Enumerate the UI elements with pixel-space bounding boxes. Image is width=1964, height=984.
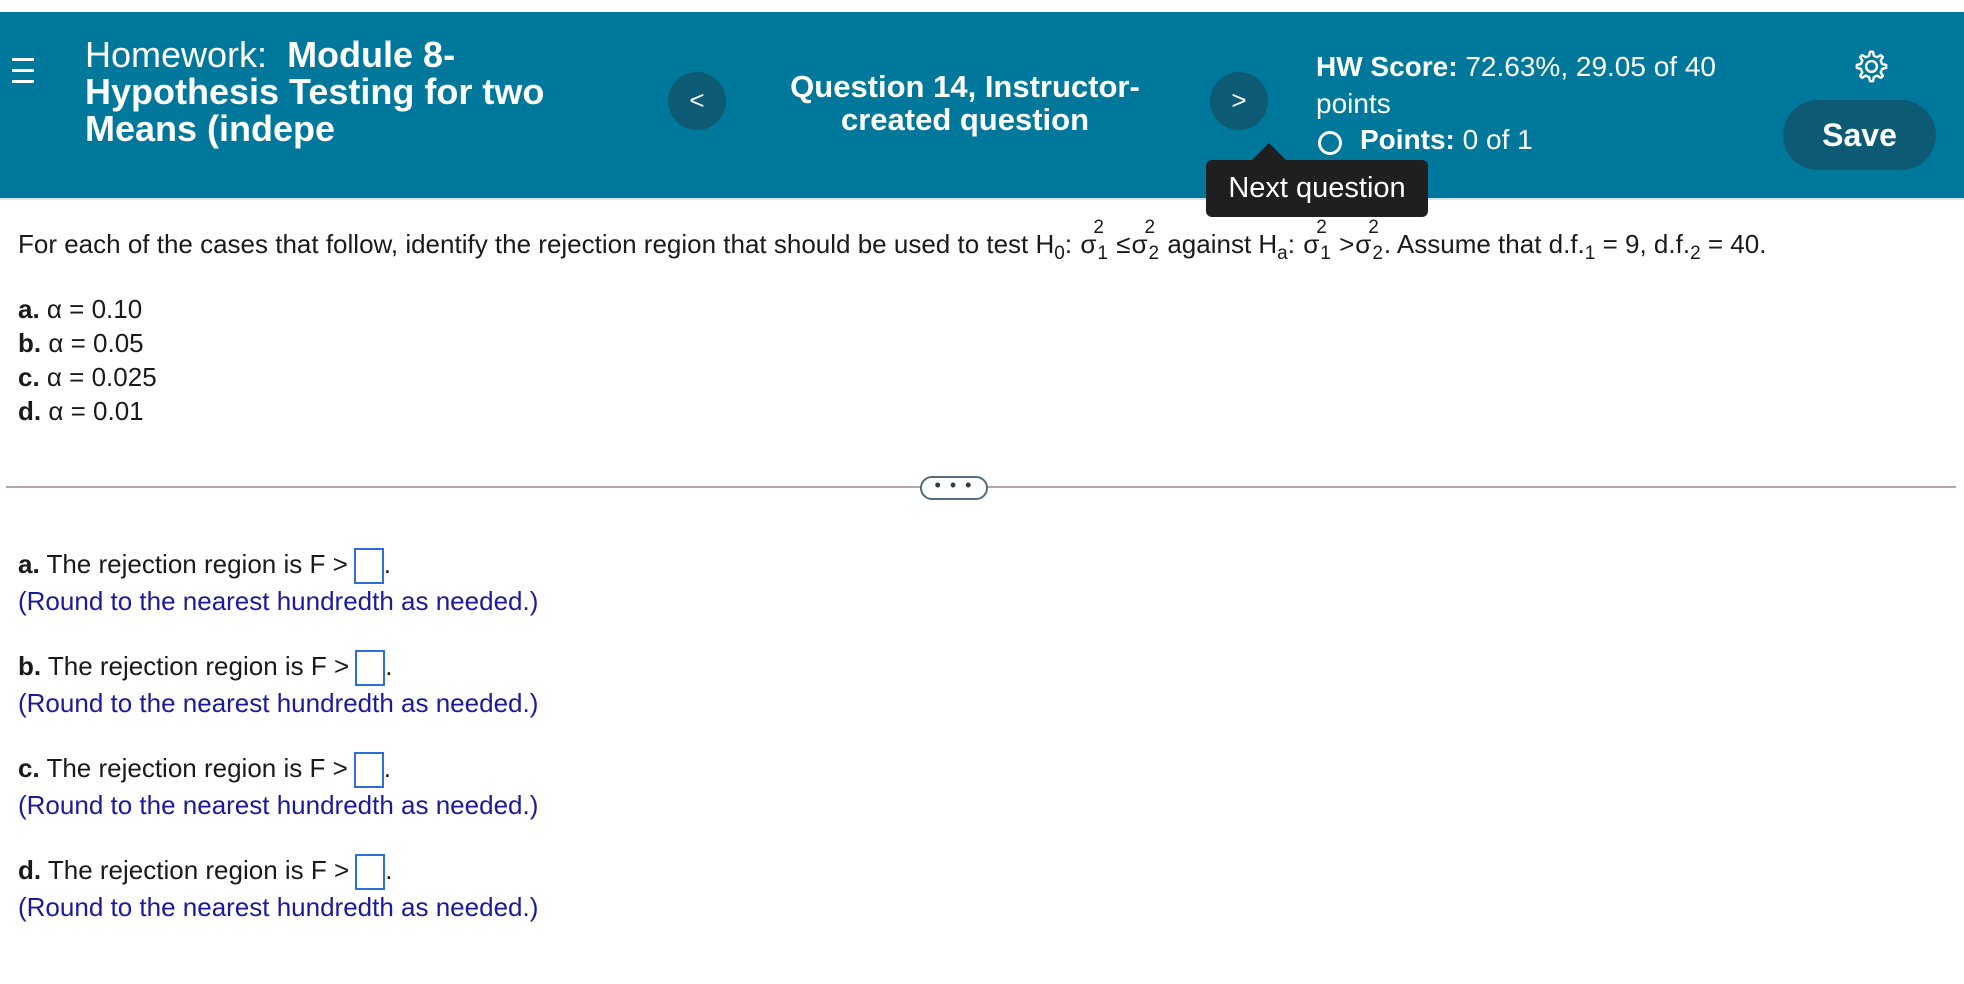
answer-period: . — [383, 753, 391, 783]
case-item: b. α = 0.05 — [18, 326, 157, 360]
answer-line: c. The rejection region is F >. — [18, 748, 538, 789]
sigma1-squared: σ21 — [1303, 217, 1331, 268]
h0-subscript: 0 — [1054, 243, 1065, 265]
case-item: c. α = 0.025 — [18, 360, 157, 394]
case-letter: a. — [18, 294, 40, 324]
answer-period: . — [385, 651, 393, 681]
rounding-hint: (Round to the nearest hundredth as neede… — [18, 586, 539, 617]
answer-period: . — [383, 549, 391, 579]
answer-letter: c. — [18, 753, 40, 783]
df2-subscript: 2 — [1690, 243, 1701, 265]
ha-subscript: a — [1277, 243, 1288, 265]
rounding-hint: (Round to the nearest hundredth as neede… — [18, 790, 539, 821]
case-item: a. α = 0.10 — [18, 292, 157, 326]
sigma-subscript: 1 — [1320, 243, 1331, 264]
sigma-subscript: 2 — [1148, 243, 1160, 264]
against-text: against H — [1167, 229, 1278, 259]
points-label: Points: — [1360, 124, 1455, 155]
top-strip — [0, 0, 1964, 12]
gear-icon[interactable] — [1852, 48, 1888, 84]
rounding-hint: (Round to the nearest hundredth as neede… — [18, 688, 539, 719]
answer-block-d: d. The rejection region is F >. (Round t… — [18, 850, 538, 952]
sigma-subscript: 1 — [1097, 243, 1108, 264]
tooltip-arrow — [1252, 143, 1286, 160]
answer-text: The rejection region is F > — [47, 855, 350, 885]
menu-icon[interactable] — [12, 58, 34, 84]
sigma1-squared: σ21 — [1080, 217, 1108, 268]
expand-collapse-button[interactable]: • • • — [920, 476, 988, 500]
df2-value: = 40. — [1707, 229, 1767, 259]
answer-line: b. The rejection region is F >. — [18, 646, 538, 687]
gt-symbol: > — [1339, 229, 1355, 259]
header-divider — [0, 198, 1964, 200]
assume-text: . Assume that d.f. — [1383, 229, 1585, 259]
homework-title: Homework: Module 8- Hypothesis Testing f… — [85, 36, 605, 147]
colon: : — [1064, 229, 1073, 259]
sigma2-squared: σ22 — [1355, 217, 1383, 268]
sigma-superscript: 2 — [1316, 217, 1327, 238]
answer-block-a: a. The rejection region is F >. (Round t… — [18, 544, 538, 646]
answer-text: The rejection region is F > — [46, 549, 348, 579]
case-text: α = 0.025 — [46, 362, 157, 392]
case-letter: c. — [18, 362, 40, 392]
answer-period: . — [385, 855, 393, 885]
case-item: d. α = 0.01 — [18, 394, 157, 428]
question-text: For each of the cases that follow, ident… — [18, 217, 1767, 274]
df1-subscript: 1 — [1584, 243, 1596, 265]
sigma2-squared: σ22 — [1131, 217, 1160, 268]
df2-label: d.f. — [1653, 229, 1691, 259]
homework-label: Homework: — [85, 34, 268, 75]
points-status-icon — [1318, 131, 1342, 155]
save-button[interactable]: Save — [1783, 100, 1936, 170]
answer-letter: a. — [18, 549, 40, 579]
answer-letter: d. — [18, 855, 42, 885]
answer-block-c: c. The rejection region is F >. (Round t… — [18, 748, 538, 850]
answer-text: The rejection region is F > — [47, 651, 350, 681]
sigma-subscript: 2 — [1372, 243, 1383, 264]
case-text: α = 0.10 — [46, 294, 143, 324]
previous-question-button[interactable]: < — [668, 72, 726, 130]
points-row: Points: 0 of 1 — [1318, 122, 1533, 158]
rounding-hint: (Round to the nearest hundredth as neede… — [18, 892, 539, 923]
df1-value: = 9, — [1602, 229, 1647, 259]
answer-input-b[interactable] — [355, 650, 386, 687]
question-title: Question 14, Instructor-created question — [790, 69, 1140, 137]
case-text: α = 0.01 — [48, 396, 144, 426]
hw-score: HW Score: 72.63%, 29.05 of 40 points — [1316, 48, 1776, 122]
hw-score-label: HW Score: — [1316, 51, 1458, 82]
answer-line: d. The rejection region is F >. — [18, 850, 538, 891]
case-letter: b. — [18, 328, 42, 358]
case-text: α = 0.05 — [48, 328, 144, 358]
answer-block-b: b. The rejection region is F >. (Round t… — [18, 646, 538, 748]
answer-input-c[interactable] — [353, 752, 384, 789]
answer-input-d[interactable] — [355, 854, 386, 891]
answer-input-a[interactable] — [353, 548, 384, 585]
cases-list: a. α = 0.10 b. α = 0.05 c. α = 0.025 d. … — [18, 292, 157, 428]
colon: : — [1287, 229, 1295, 259]
next-question-button[interactable]: > — [1210, 72, 1268, 130]
sigma-superscript: 2 — [1368, 217, 1379, 238]
points-value: 0 of 1 — [1462, 124, 1533, 155]
answer-text: The rejection region is F > — [46, 753, 348, 783]
answer-letter: b. — [18, 651, 42, 681]
answers-section: a. The rejection region is F >. (Round t… — [18, 544, 538, 952]
case-letter: d. — [18, 396, 42, 426]
sigma-superscript: 2 — [1144, 217, 1156, 238]
sigma-superscript: 2 — [1093, 217, 1104, 238]
le-symbol: ≤ — [1116, 229, 1131, 259]
answer-line: a. The rejection region is F >. — [18, 544, 538, 585]
question-intro: For each of the cases that follow, ident… — [18, 229, 1055, 259]
